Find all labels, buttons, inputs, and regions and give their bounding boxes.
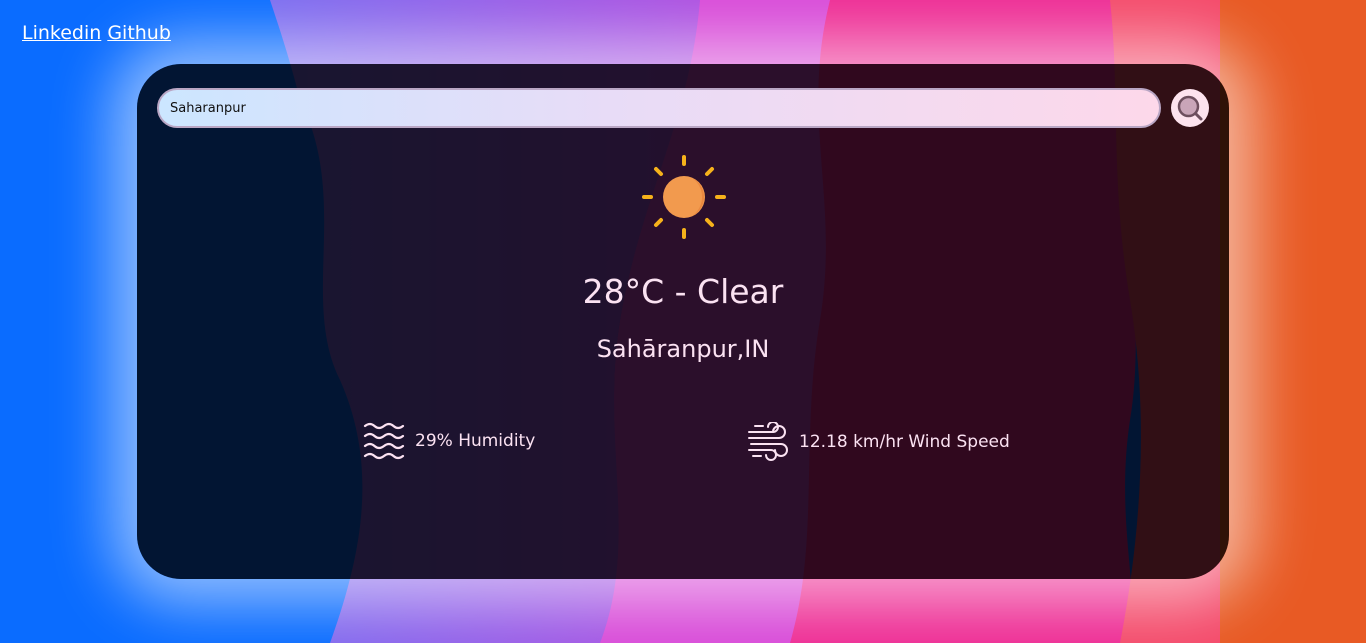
- humidity-info: 29% Humidity: [363, 422, 535, 460]
- sun-icon: [642, 155, 726, 239]
- wind-text: 12.18 km/hr Wind Speed: [799, 432, 1010, 452]
- humidity-text: 29% Humidity: [415, 431, 536, 451]
- wind-icon: [748, 422, 788, 461]
- search-button[interactable]: [1171, 89, 1209, 127]
- weather-card: 28°C - Clear Sahāranpur,IN 29% Humidity …: [137, 64, 1229, 579]
- wind-info: 12.18 km/hr Wind Speed: [747, 422, 1010, 462]
- search-bar: [157, 88, 1209, 128]
- location-label: Sahāranpur,IN: [596, 335, 770, 363]
- social-links: Linkedin Github: [22, 22, 171, 44]
- search-icon: [1177, 95, 1203, 121]
- temperature-condition: 28°C - Clear: [582, 272, 784, 311]
- github-link[interactable]: Github: [107, 22, 171, 44]
- waves-icon: [363, 422, 405, 460]
- linkedin-link[interactable]: Linkedin: [22, 22, 101, 44]
- city-search-input[interactable]: [157, 88, 1161, 128]
